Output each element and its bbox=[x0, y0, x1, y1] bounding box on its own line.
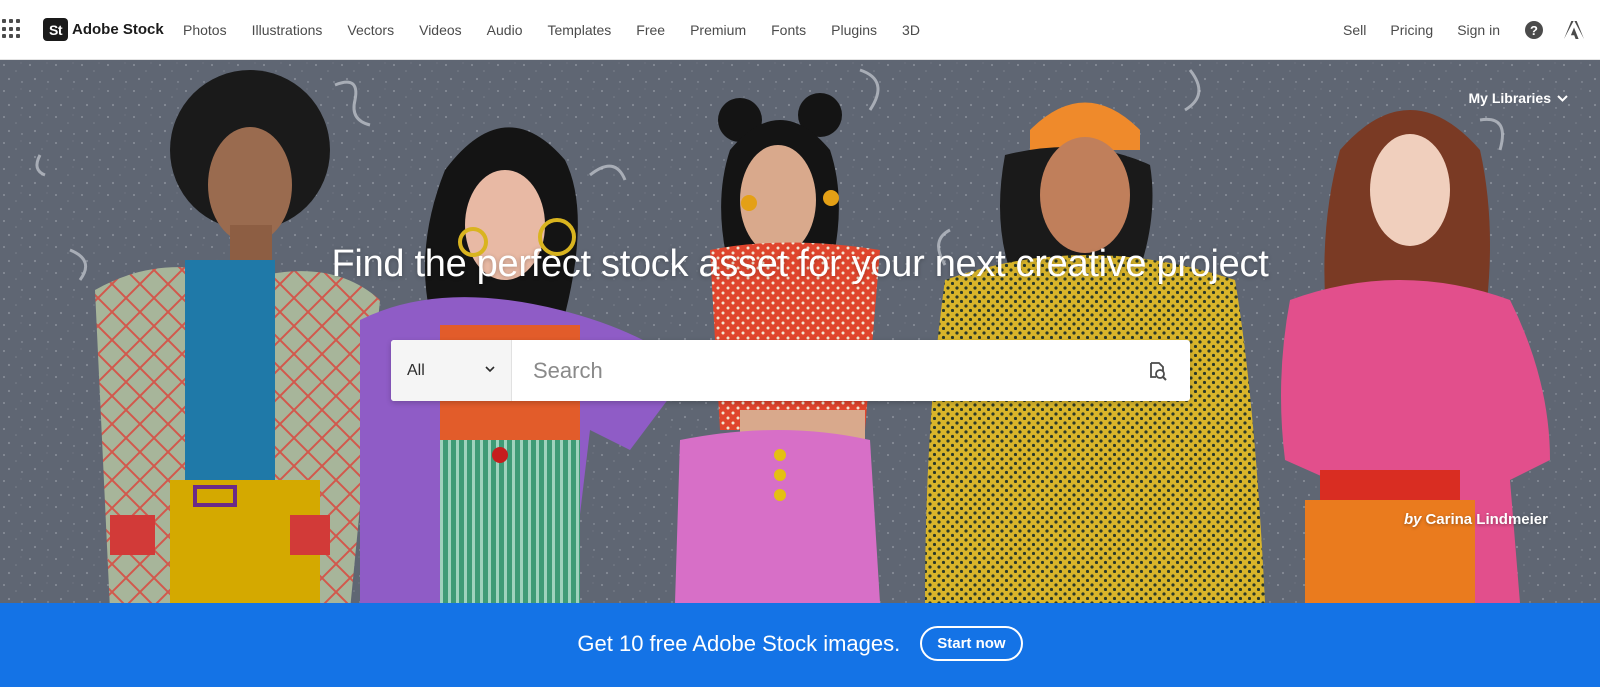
sell-link[interactable]: Sell bbox=[1343, 22, 1366, 38]
start-now-button[interactable]: Start now bbox=[920, 626, 1023, 661]
brand-name: Adobe Stock bbox=[72, 21, 164, 38]
my-libraries-menu[interactable]: My Libraries bbox=[1469, 90, 1568, 106]
nav-link-free[interactable]: Free bbox=[636, 22, 665, 38]
nav-link-templates[interactable]: Templates bbox=[547, 22, 611, 38]
search-bar: All bbox=[391, 340, 1190, 401]
credit-name: Carina Lindmeier bbox=[1425, 511, 1548, 528]
nav-link-premium[interactable]: Premium bbox=[690, 22, 746, 38]
brand-logo[interactable]: St Adobe Stock bbox=[43, 18, 164, 41]
hero-banner: My Libraries Find the perfect stock asse… bbox=[0, 60, 1600, 603]
my-libraries-label: My Libraries bbox=[1468, 90, 1551, 106]
nav-link-videos[interactable]: Videos bbox=[419, 22, 462, 38]
search-input[interactable] bbox=[512, 340, 1146, 401]
chevron-down-icon bbox=[1557, 94, 1568, 102]
promo-banner: Get 10 free Adobe Stock images. Start no… bbox=[0, 603, 1600, 687]
visual-search-icon[interactable] bbox=[1146, 360, 1168, 382]
sign-in-link[interactable]: Sign in bbox=[1457, 22, 1500, 38]
stock-logo-icon: St bbox=[43, 18, 68, 41]
nav-link-3d[interactable]: 3D bbox=[902, 22, 920, 38]
credit-by: by bbox=[1403, 511, 1422, 528]
help-icon[interactable]: ? bbox=[1525, 21, 1543, 39]
nav-link-vectors[interactable]: Vectors bbox=[347, 22, 394, 38]
nav-link-illustrations[interactable]: Illustrations bbox=[252, 22, 323, 38]
search-scope-value: All bbox=[407, 361, 425, 379]
nav-link-photos[interactable]: Photos bbox=[183, 22, 227, 38]
category-nav: Photos Illustrations Vectors Videos Audi… bbox=[183, 0, 945, 60]
nav-link-fonts[interactable]: Fonts bbox=[771, 22, 806, 38]
app-grid-icon[interactable] bbox=[2, 19, 22, 39]
pricing-link[interactable]: Pricing bbox=[1390, 22, 1433, 38]
search-scope-dropdown[interactable]: All bbox=[391, 340, 512, 401]
hero-illustration bbox=[0, 60, 1600, 603]
nav-link-plugins[interactable]: Plugins bbox=[831, 22, 877, 38]
top-navigation: St Adobe Stock Photos Illustrations Vect… bbox=[0, 0, 1600, 60]
promo-text: Get 10 free Adobe Stock images. bbox=[577, 630, 901, 656]
adobe-logo-icon[interactable] bbox=[1564, 21, 1584, 39]
hero-headline: Find the perfect stock asset for your ne… bbox=[331, 243, 1269, 285]
nav-link-audio[interactable]: Audio bbox=[487, 22, 523, 38]
chevron-down-icon bbox=[485, 366, 495, 373]
artist-credit[interactable]: by Carina Lindmeier bbox=[1404, 511, 1548, 528]
account-nav: Sell Pricing Sign in ? bbox=[1343, 0, 1600, 60]
